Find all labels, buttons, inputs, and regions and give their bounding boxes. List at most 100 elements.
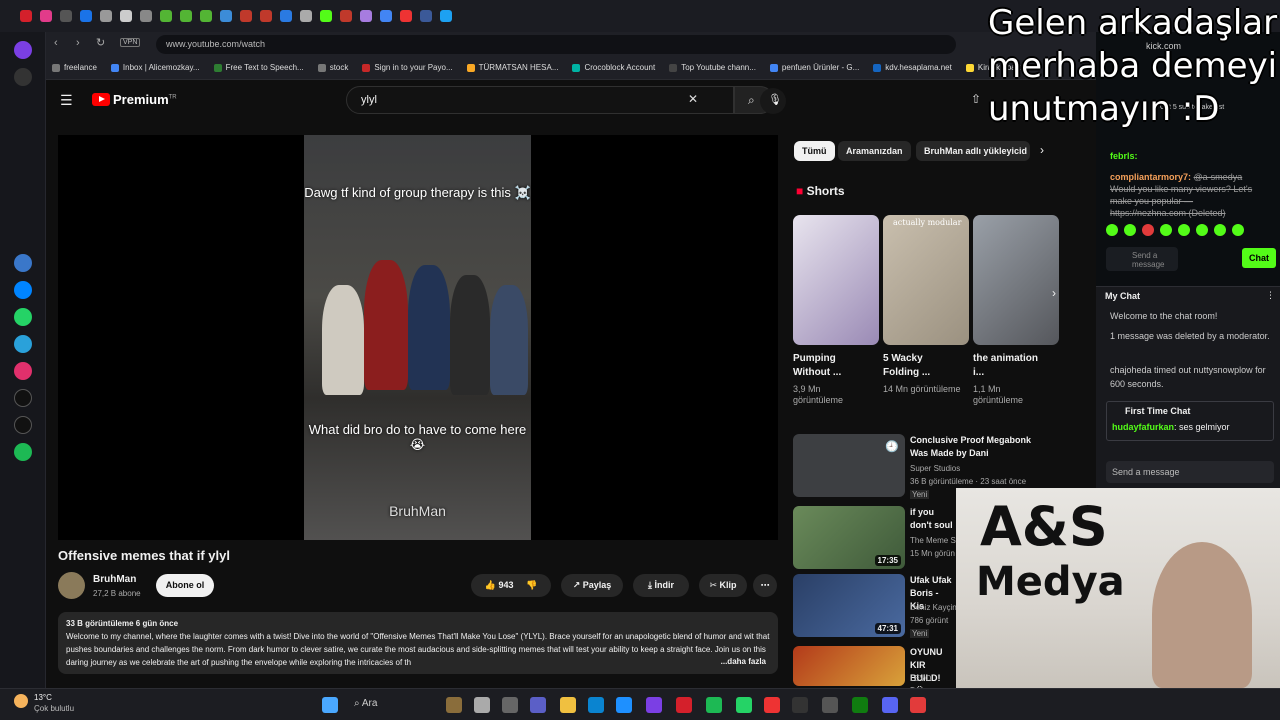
subscribe-button[interactable]: Abone ol <box>156 574 214 597</box>
xbox-icon[interactable] <box>852 697 868 713</box>
related-title[interactable]: if you don't soul <box>910 506 954 532</box>
short-thumbnail[interactable]: actually modular <box>883 215 969 345</box>
bookmark[interactable]: TÜRMATSAN HESA... <box>466 63 558 72</box>
tiktok-icon[interactable] <box>13 389 32 407</box>
video-player[interactable]: Dawg tf kind of group therapy is this ☠️… <box>58 135 778 540</box>
tab-icon[interactable] <box>140 10 152 22</box>
related-thumbnail[interactable]: 47:31 <box>793 574 905 637</box>
related-title[interactable]: Conclusive Proof Megabonk Was Made by Da… <box>910 434 1050 460</box>
related-channel[interactable]: The Meme S <box>910 536 956 545</box>
opera-icon[interactable] <box>20 10 32 22</box>
outlook-icon[interactable] <box>588 697 604 713</box>
app-icon[interactable] <box>646 697 662 713</box>
forward-icon[interactable]: › <box>76 37 80 49</box>
related-channel[interactable]: Deniz Kayçin <box>910 603 957 612</box>
share-button[interactable]: ↗ Paylaş <box>561 574 623 597</box>
chip-from-search[interactable]: Aramanızdan <box>838 141 911 161</box>
like-button[interactable]: 👍 943 <box>485 580 514 590</box>
voice-search-button[interactable]: 🎙 <box>760 88 786 114</box>
emote-icon[interactable] <box>1214 224 1226 236</box>
youtube-tab-icon[interactable] <box>260 10 272 22</box>
tab-icon[interactable] <box>60 10 72 22</box>
star-icon[interactable] <box>13 68 32 86</box>
tab-icon[interactable] <box>280 10 292 22</box>
related-thumbnail[interactable]: 🕘 <box>793 434 905 497</box>
tab-icon[interactable] <box>100 10 112 22</box>
windows-start-icon[interactable] <box>322 697 338 713</box>
tab-icon[interactable] <box>200 10 212 22</box>
emote-icon[interactable] <box>1232 224 1244 236</box>
spotify-icon[interactable] <box>13 443 32 461</box>
short-thumbnail[interactable] <box>793 215 879 345</box>
kick-tab-icon[interactable] <box>320 10 332 22</box>
url-input[interactable]: www.youtube.com/watch <box>156 35 956 54</box>
emote-icon[interactable] <box>1142 224 1154 236</box>
app-icon[interactable] <box>910 697 926 713</box>
bookmark[interactable]: Crocoblock Account <box>572 63 655 72</box>
weather-desc[interactable]: Çok bulutlu <box>34 704 74 713</box>
menu-icon[interactable]: ☰ <box>60 92 73 109</box>
short-title[interactable]: Pumping Without ... <box>793 352 871 380</box>
more-actions-button[interactable]: ⋯ <box>753 574 777 597</box>
chips-next-icon[interactable]: › <box>1040 143 1044 157</box>
channel-avatar[interactable] <box>58 572 85 599</box>
tab-icon[interactable] <box>440 10 452 22</box>
reload-icon[interactable]: ↻ <box>96 36 105 49</box>
more-options-icon[interactable]: ⋮ <box>1266 290 1275 301</box>
taskbar-search[interactable]: ⌕ Ara <box>354 698 377 709</box>
shorts-next-icon[interactable]: › <box>1052 286 1056 300</box>
spotify-icon[interactable] <box>706 697 722 713</box>
x-icon[interactable] <box>300 10 312 22</box>
description-box[interactable]: 33 B görüntüleme 6 gün önce Welcome to m… <box>58 612 778 674</box>
app-icon[interactable] <box>792 697 808 713</box>
watch-later-icon[interactable]: 🕘 <box>885 440 899 453</box>
upload-icon[interactable]: ⇧ <box>971 92 981 106</box>
clip-button[interactable]: ✂ Klip <box>699 574 747 597</box>
edge-icon[interactable] <box>616 697 632 713</box>
search-input[interactable]: ylyl <box>346 86 734 114</box>
bookmark[interactable]: Sign in to your Payo... <box>362 63 453 72</box>
emote-icon[interactable] <box>1106 224 1118 236</box>
channel-name[interactable]: BruhMan <box>93 574 136 585</box>
bookmark[interactable]: freelance <box>52 63 97 72</box>
youtube-tab-icon[interactable] <box>240 10 252 22</box>
app-icon[interactable] <box>822 697 838 713</box>
opera-icon[interactable] <box>676 697 692 713</box>
short-thumbnail[interactable] <box>973 215 1059 345</box>
weather-icon[interactable] <box>14 694 28 708</box>
related-channel[interactable]: Super Studios <box>910 464 960 473</box>
chip-all[interactable]: Tümü <box>794 141 835 161</box>
dislike-button[interactable]: 👎 <box>526 580 537 590</box>
tab-icon[interactable] <box>380 10 392 22</box>
tab-icon[interactable] <box>420 10 432 22</box>
tab-icon[interactable] <box>180 10 192 22</box>
bookmark[interactable]: kdv.hesaplama.net <box>873 63 952 72</box>
tab-icon[interactable] <box>220 10 232 22</box>
download-button[interactable]: ⤓ İndir <box>633 574 689 597</box>
bookmark[interactable]: penfuen Ürünler - G... <box>769 63 859 72</box>
widgets-icon[interactable] <box>446 697 462 713</box>
tab-icon[interactable] <box>400 10 412 22</box>
tab-icon[interactable] <box>340 10 352 22</box>
weather-temp[interactable]: 13°C <box>34 693 52 702</box>
emote-icon[interactable] <box>1124 224 1136 236</box>
app-icon[interactable] <box>764 697 780 713</box>
tab-icon[interactable] <box>120 10 132 22</box>
chat-button[interactable]: Chat <box>1242 248 1276 268</box>
telegram-icon[interactable] <box>13 335 32 353</box>
related-thumbnail[interactable] <box>793 646 905 686</box>
app-icon[interactable] <box>502 697 518 713</box>
whatsapp-icon[interactable] <box>736 697 752 713</box>
explorer-icon[interactable] <box>560 697 576 713</box>
send-message-input-small[interactable]: Send a message <box>1106 247 1178 271</box>
chip-uploader[interactable]: BruhMan adlı yükleyicid <box>916 141 1030 161</box>
send-message-input[interactable]: Send a message <box>1106 461 1274 483</box>
bookmark[interactable]: stock <box>317 63 348 72</box>
short-title[interactable]: the animation i... <box>973 352 1051 380</box>
discord-icon[interactable] <box>882 697 898 713</box>
back-icon[interactable]: ‹ <box>54 37 58 49</box>
short-title[interactable]: 5 Wacky Folding ... <box>883 352 961 380</box>
tab-icon[interactable] <box>40 10 52 22</box>
emote-icon[interactable] <box>1178 224 1190 236</box>
clear-search-icon[interactable]: ✕ <box>688 92 698 106</box>
